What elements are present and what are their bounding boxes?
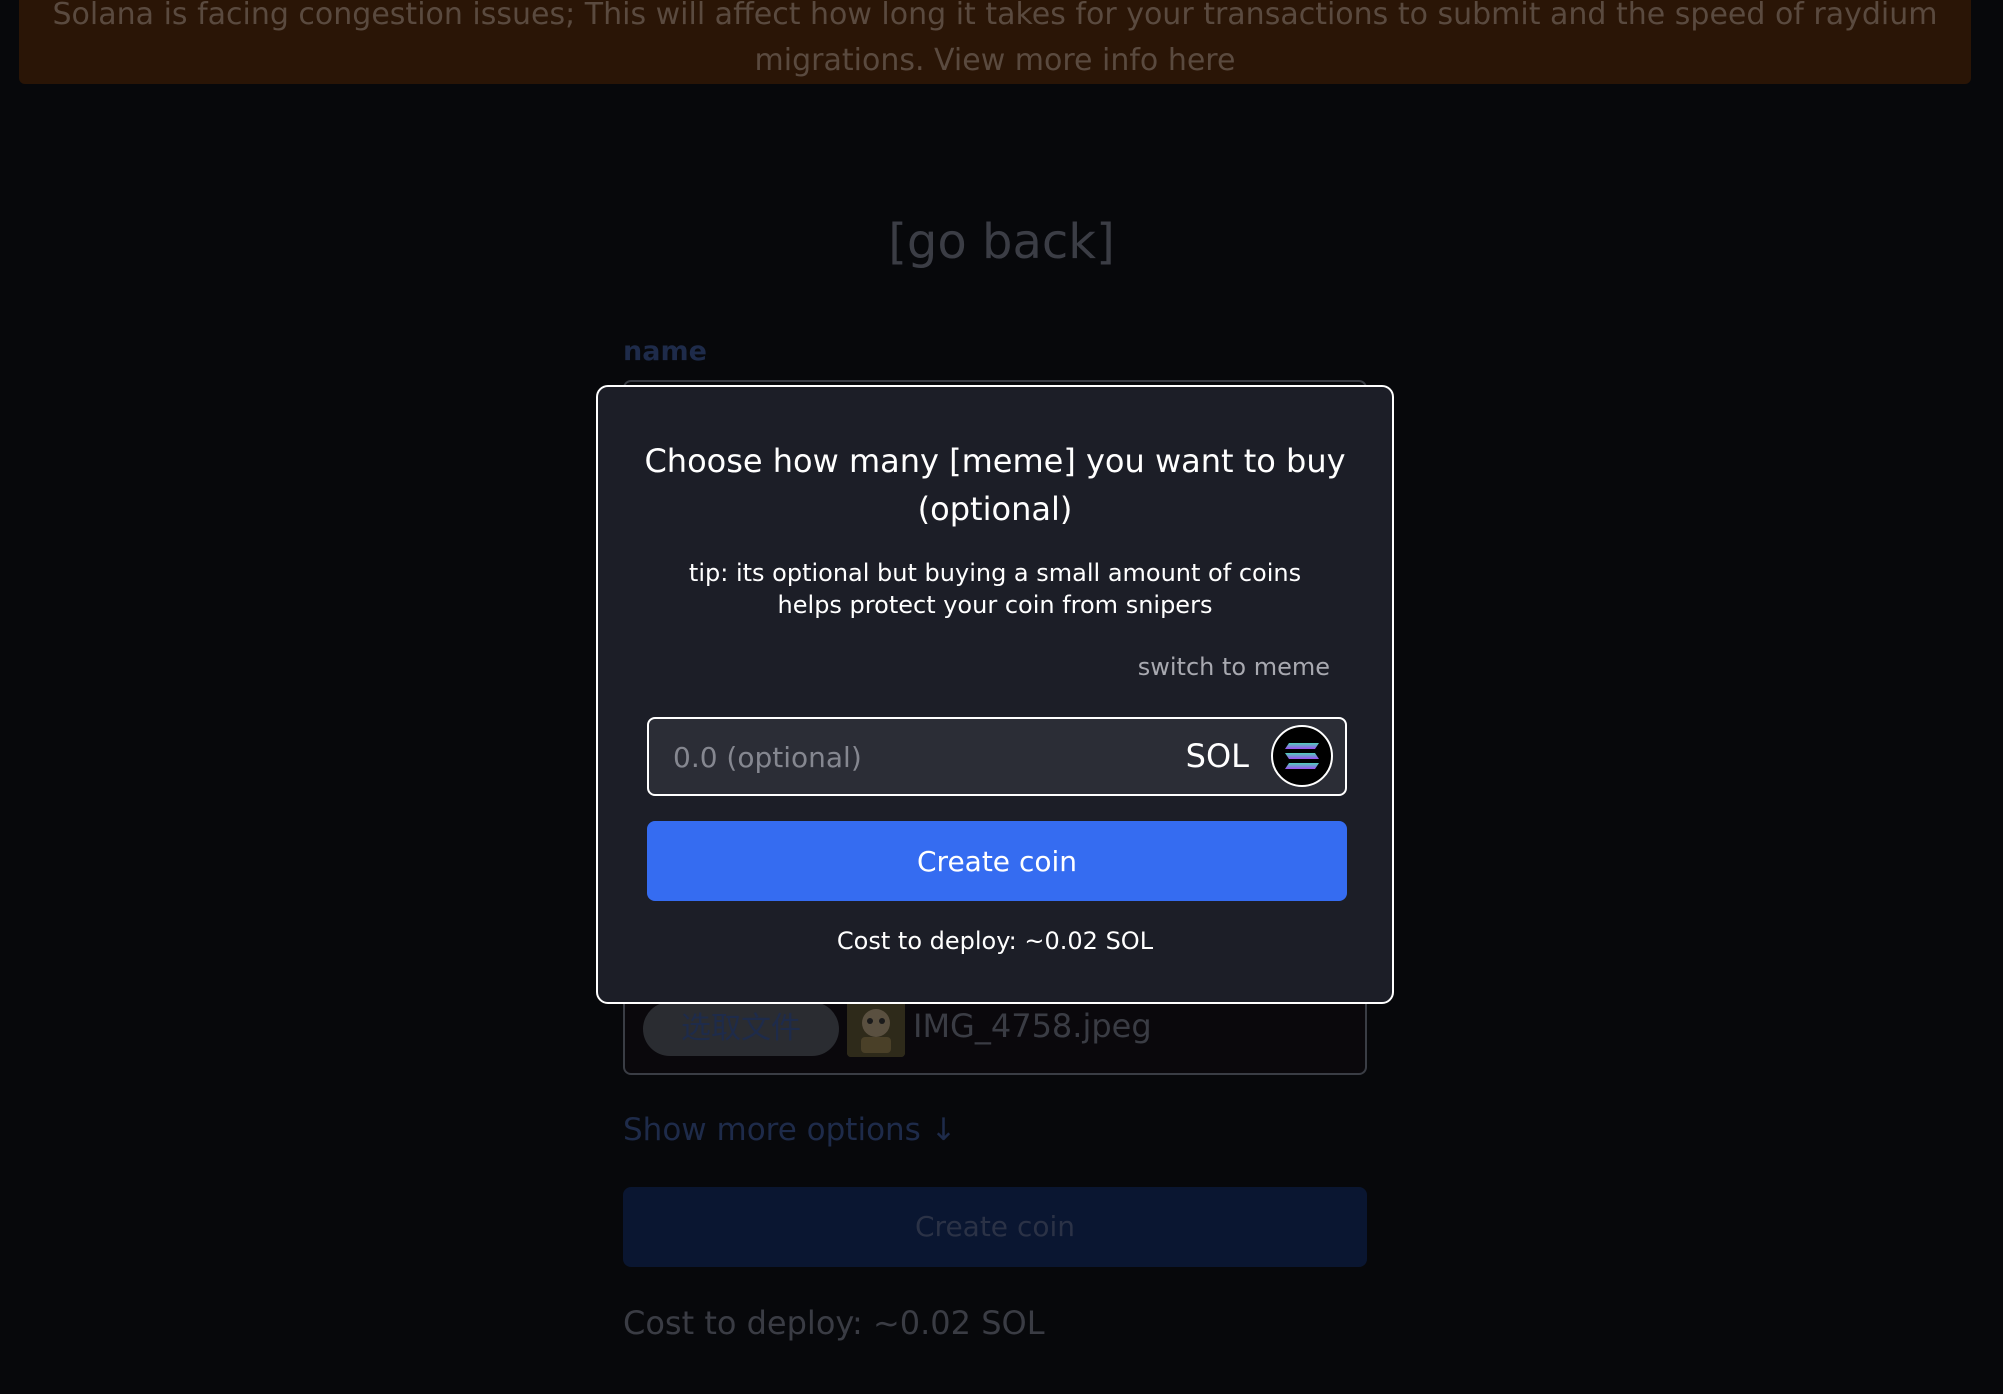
congestion-banner: Solana is facing congestion issues; This…	[19, 0, 1971, 84]
amount-field[interactable]: SOL	[647, 717, 1347, 796]
create-coin-button[interactable]: Create coin	[647, 821, 1347, 901]
solana-icon	[1271, 725, 1333, 787]
show-more-options-link[interactable]: Show more options ↓	[623, 1112, 957, 1148]
amount-input[interactable]	[671, 719, 1155, 796]
modal-title: Choose how many [meme] you want to buy (…	[644, 442, 1346, 528]
go-back-link[interactable]: [go back]	[0, 214, 2003, 270]
switch-to-meme-link[interactable]: switch to meme	[1138, 653, 1330, 681]
banner-link[interactable]: View more info here	[934, 43, 1235, 78]
modal-tip: tip: its optional but buying a small amo…	[688, 559, 1302, 619]
file-thumbnail	[847, 999, 905, 1057]
background-deploy-cost: Cost to deploy: ~0.02 SOL	[623, 1304, 1045, 1342]
deploy-cost: Cost to deploy: ~0.02 SOL	[836, 927, 1154, 955]
file-name: IMG_4758.jpeg	[913, 1007, 1152, 1045]
choose-file-button[interactable]: 选取文件	[643, 1002, 839, 1056]
name-label: name	[623, 336, 707, 367]
page: Solana is facing congestion issues; This…	[0, 0, 2003, 1394]
background-create-coin-button[interactable]: Create coin	[623, 1187, 1367, 1267]
buy-amount-modal: Choose how many [meme] you want to buy (…	[596, 385, 1394, 1004]
currency-label: SOL	[1185, 737, 1249, 775]
